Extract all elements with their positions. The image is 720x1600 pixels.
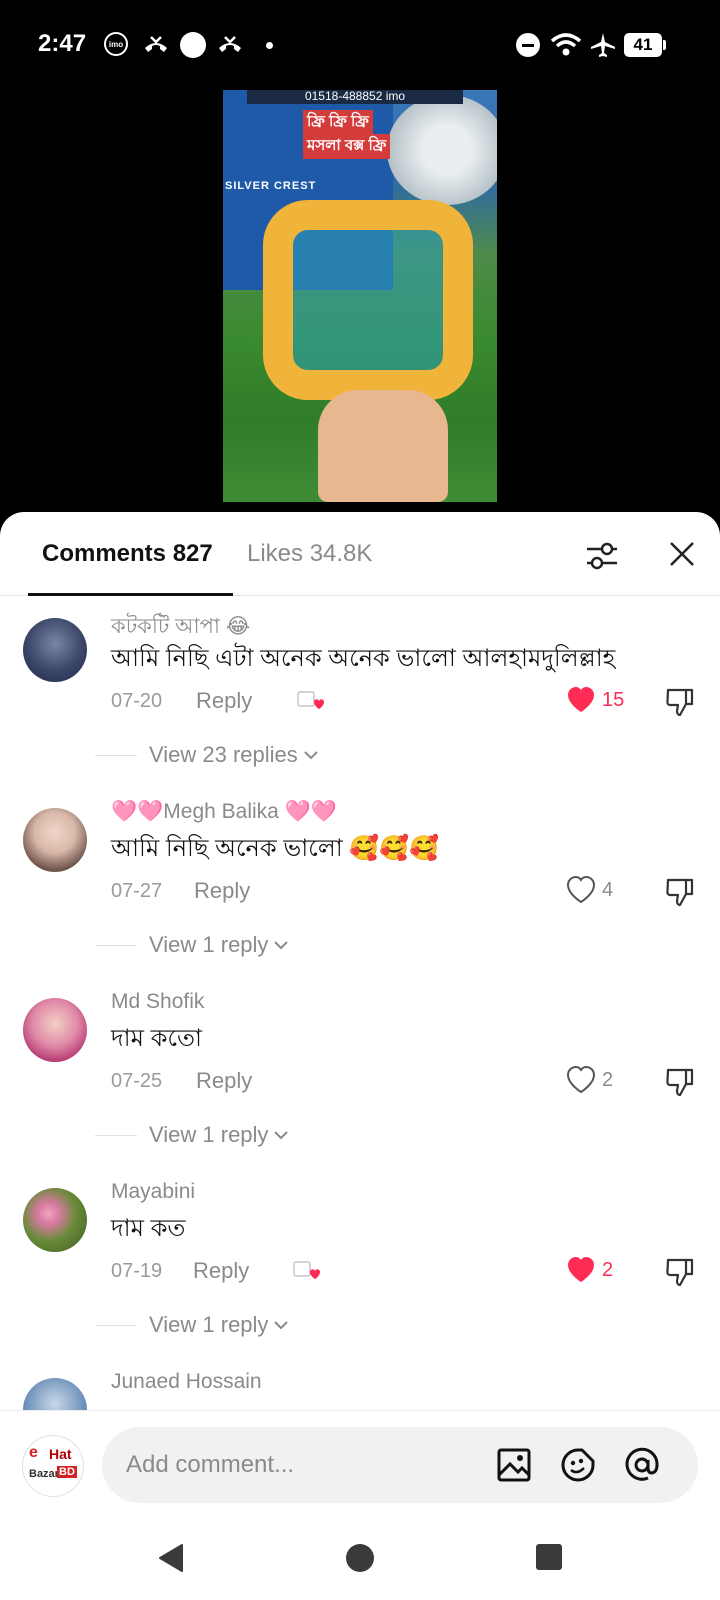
chevron-down-icon <box>304 751 318 760</box>
creator-liked-icon <box>292 1260 322 1284</box>
wifi-icon <box>550 32 582 58</box>
system-nav-bar <box>0 1510 720 1600</box>
like-button[interactable]: 2 <box>566 1066 613 1094</box>
tabs-header: Comments 827 Likes 34.8K <box>0 512 720 596</box>
like-button[interactable]: 15 <box>566 686 624 714</box>
missed-call-icon <box>142 32 170 58</box>
comment-input-placeholder: Add comment... <box>126 1451 295 1478</box>
like-button[interactable]: 4 <box>566 876 613 904</box>
dislike-icon[interactable] <box>664 876 696 908</box>
heart-outline-icon <box>566 1066 596 1094</box>
view-replies-label: View 1 reply <box>149 932 269 957</box>
status-bar: 2:47 imo 41 <box>0 0 720 90</box>
heart-filled-icon <box>568 1257 594 1282</box>
back-icon[interactable] <box>156 1542 188 1574</box>
comment-date: 07-27 <box>111 880 163 902</box>
more-notifications-icon <box>266 42 273 49</box>
product-ring-image <box>263 200 473 400</box>
comment-author[interactable]: Md Shofik <box>111 990 204 1014</box>
view-replies-label: View 23 replies <box>149 742 298 767</box>
do-not-disturb-icon <box>516 33 540 57</box>
comment-input[interactable]: Add comment... <box>102 1427 698 1503</box>
heart-outline-icon <box>566 876 596 904</box>
comment-author[interactable]: Junaed Hossain <box>111 1370 262 1394</box>
video-thumbnail[interactable]: 01518-488852 imo ফ্রি ফ্রি ফ্রি মসলা বক্… <box>223 90 497 502</box>
comment-date: 07-20 <box>111 690 163 712</box>
reply-button[interactable]: Reply <box>194 878 250 904</box>
comment-item: Md Shofik দাম কতো 07-25 Reply 2 View 1 r… <box>0 976 720 1166</box>
avatar-logo-text: e <box>29 1444 38 1461</box>
avatar-logo-text: Hat <box>49 1446 72 1462</box>
video-overlay-text: মসলা বক্স ফ্রি <box>303 134 391 159</box>
image-icon[interactable] <box>496 1447 532 1483</box>
avatar[interactable] <box>23 1188 87 1252</box>
like-button[interactable]: 2 <box>566 1256 613 1284</box>
like-count: 2 <box>602 1068 614 1091</box>
like-count: 4 <box>602 878 614 901</box>
my-avatar[interactable]: e Hat Bazar BD <box>22 1435 84 1497</box>
missed-call-icon <box>216 32 244 58</box>
view-replies-button[interactable]: View 23 replies <box>95 742 320 768</box>
avatar-logo-text: Bazar <box>29 1468 59 1480</box>
view-replies-button[interactable]: View 1 reply <box>95 1312 290 1338</box>
comment-author[interactable]: Mayabini <box>111 1180 195 1204</box>
avatar[interactable] <box>23 618 87 682</box>
chevron-down-icon <box>274 941 289 950</box>
notification-dot-icon <box>180 32 206 58</box>
emoji-sticker-icon[interactable] <box>560 1447 596 1483</box>
like-count: 15 <box>602 688 625 711</box>
avatar[interactable] <box>23 808 87 872</box>
avatar[interactable] <box>23 1378 87 1410</box>
filter-icon[interactable] <box>582 536 622 576</box>
dislike-icon[interactable] <box>664 1256 696 1288</box>
battery-icon: 41 <box>624 33 666 57</box>
comment-item: 🩷🩷Megh Balika 🩷🩷 আমি নিছি অনেক ভালো 🥰🥰🥰 … <box>0 786 720 976</box>
airplane-mode-icon <box>588 32 618 58</box>
close-icon[interactable] <box>662 534 702 574</box>
hand-image <box>318 390 448 502</box>
home-icon[interactable] <box>344 1542 376 1574</box>
video-overlay-text: ফ্রি ফ্রি ফ্রি <box>303 110 373 135</box>
comment-input-bar: e Hat Bazar BD Add comment... <box>0 1410 720 1510</box>
chevron-down-icon <box>274 1131 289 1140</box>
like-count: 2 <box>602 1258 614 1281</box>
avatar[interactable] <box>23 998 87 1062</box>
reply-button[interactable]: Reply <box>196 688 252 714</box>
tab-comments[interactable]: Comments 827 <box>42 540 213 568</box>
comment-author[interactable]: 🩷🩷Megh Balika 🩷🩷 <box>111 800 337 824</box>
comment-date: 07-25 <box>111 1070 163 1092</box>
view-replies-label: View 1 reply <box>149 1312 269 1337</box>
view-replies-label: View 1 reply <box>149 1122 269 1147</box>
comment-text: আমি নিছি অনেক ভালো 🥰🥰🥰 <box>111 835 439 862</box>
video-banner: 01518-488852 imo <box>247 90 463 104</box>
comment-item: কটকটি আপা 😂 আমি নিছি এটা অনেক অনেক ভালো … <box>0 596 720 796</box>
video-area[interactable]: 01518-488852 imo ফ্রি ফ্রি ফ্রি মসলা বক্… <box>0 90 720 520</box>
view-replies-button[interactable]: View 1 reply <box>95 932 290 958</box>
view-replies-button[interactable]: View 1 reply <box>95 1122 290 1148</box>
heart-filled-icon <box>568 687 594 712</box>
comment-item: Mayabini দাম কত 07-19 Reply 2 View 1 rep… <box>0 1166 720 1356</box>
avatar-logo-text: BD <box>57 1466 77 1478</box>
comment-item: Junaed Hossain <box>0 1356 720 1410</box>
comment-date: 07-19 <box>111 1260 163 1282</box>
product-lid-image <box>387 95 497 205</box>
chevron-down-icon <box>274 1321 289 1330</box>
comment-text: দাম কত <box>111 1215 186 1242</box>
dislike-icon[interactable] <box>664 1066 696 1098</box>
recents-icon[interactable] <box>534 1542 566 1574</box>
creator-liked-icon <box>296 690 326 714</box>
comment-text: আমি নিছি এটা অনেক অনেক ভালো আলহামদুলিল্ল… <box>111 645 616 672</box>
mention-icon[interactable] <box>624 1447 660 1483</box>
tab-likes[interactable]: Likes 34.8K <box>247 540 372 568</box>
reply-button[interactable]: Reply <box>196 1068 252 1094</box>
comment-text: দাম কতো <box>111 1025 202 1052</box>
battery-level: 41 <box>624 33 662 57</box>
video-brand-text: SILVER CREST <box>225 180 317 192</box>
status-time: 2:47 <box>38 30 87 57</box>
imo-icon: imo <box>104 32 128 56</box>
dislike-icon[interactable] <box>664 686 696 718</box>
reply-button[interactable]: Reply <box>193 1258 249 1284</box>
